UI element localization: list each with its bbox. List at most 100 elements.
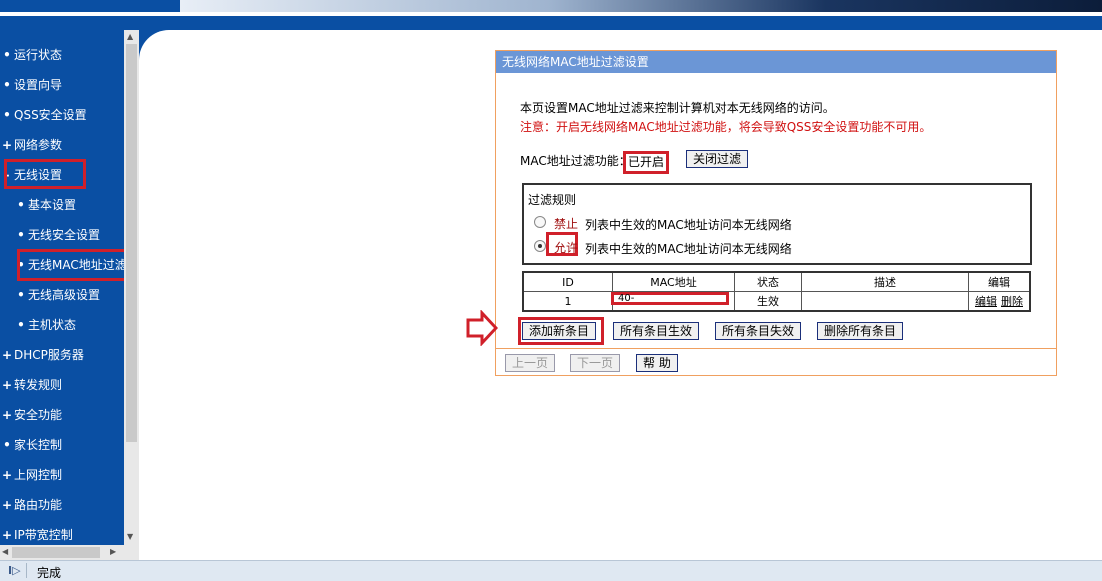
page-status-icon: I▷ [8, 564, 21, 577]
filter-status-label: MAC地址过滤功能： [520, 154, 631, 168]
status-text: 完成 [37, 566, 62, 580]
sidebar-item-host-status[interactable]: • 主机状态 [0, 310, 76, 340]
sidebar-item-qss[interactable]: • QSS安全设置 [0, 100, 87, 130]
deny-radio[interactable] [534, 216, 546, 228]
deny-description: 列表中生效的MAC地址访问本无线网络 [585, 218, 792, 232]
sidebar-item-label: 网络参数 [14, 138, 63, 152]
allow-description: 列表中生效的MAC地址访问本无线网络 [585, 242, 792, 256]
edit-link[interactable]: 编辑 [975, 295, 997, 308]
scroll-left-icon[interactable]: ◀ [2, 547, 8, 556]
banner-left [0, 0, 172, 12]
sidebar-item-label: QSS安全设置 [14, 108, 87, 122]
table-header: 状态 [734, 271, 802, 292]
disable-all-button[interactable]: 所有条目失效 [715, 322, 802, 340]
panel-warning: 注意：开启无线网络MAC地址过滤功能，将会导致QSS安全设置功能不可用。 [520, 120, 932, 134]
table-header: 编辑 [968, 271, 1031, 292]
sidebar-item-label: 无线安全设置 [28, 228, 101, 242]
scrollbar-thumb[interactable] [126, 44, 137, 442]
mac-filter-table: ID MAC地址 状态 描述 编辑 1 生效 编辑 删除 [522, 271, 1031, 312]
bullet-icon: • [3, 108, 11, 122]
sidebar-item-label: 家长控制 [14, 438, 63, 452]
scroll-right-icon[interactable]: ▶ [110, 547, 116, 556]
prev-page-button[interactable]: 上一页 [505, 354, 556, 372]
filter-rules-group: 过滤规则 禁止 列表中生效的MAC地址访问本无线网络 允许 列表中生效的MAC地… [522, 183, 1032, 265]
sidebar-item-label: DHCP服务器 [14, 348, 84, 362]
row-id: 1 [522, 291, 613, 312]
sidebar-item-run-status[interactable]: • 运行状态 [0, 40, 62, 70]
sidebar-item-label: 主机状态 [28, 318, 77, 332]
sidebar-item-network[interactable]: + 网络参数 [0, 130, 62, 160]
scroll-up-icon[interactable]: ▲ [127, 32, 133, 41]
sidebar-item-dhcp[interactable]: + DHCP服务器 [0, 340, 84, 370]
allow-radio[interactable] [534, 240, 546, 252]
sidebar-vertical-scrollbar[interactable]: ▲ ▼ [124, 30, 139, 545]
table-header: MAC地址 [612, 271, 735, 292]
sidebar-item-routing[interactable]: + 路由功能 [0, 490, 62, 520]
sidebar-item-label: 转发规则 [14, 378, 63, 392]
bullet-icon: • [17, 288, 25, 302]
sidebar-horizontal-scrollbar[interactable]: ◀ ▶ [0, 545, 139, 560]
sidebar-item-label: 路由功能 [14, 498, 63, 512]
highlight-wireless [4, 159, 86, 189]
bullet-icon: • [3, 78, 11, 92]
status-divider [26, 563, 27, 578]
panel-title: 无线网络MAC地址过滤设置 [496, 51, 1056, 73]
filter-rules-title: 过滤规则 [528, 193, 577, 207]
sidebar-item-setup-wizard[interactable]: • 设置向导 [0, 70, 62, 100]
close-filter-button[interactable]: 关闭过滤 [686, 150, 749, 168]
bullet-icon: • [17, 198, 25, 212]
sidebar-item-label: 基本设置 [28, 198, 77, 212]
expand-icon: + [1, 138, 13, 152]
sidebar-item-label: 运行状态 [14, 48, 63, 62]
next-page-button[interactable]: 下一页 [570, 354, 621, 372]
expand-icon: + [1, 348, 13, 362]
panel-footer: 上一页 下一页 帮 助 [496, 348, 1056, 375]
delete-link[interactable]: 删除 [1001, 295, 1023, 308]
bullet-icon: • [3, 48, 11, 62]
panel-description: 本页设置MAC地址过滤来控制计算机对本无线网络的访问。 [520, 101, 835, 115]
sidebar-item-label: 设置向导 [14, 78, 63, 92]
table-header: 描述 [801, 271, 969, 292]
sidebar-item-label: 上网控制 [14, 468, 63, 482]
sidebar-item-advanced[interactable]: • 无线高级设置 [0, 280, 100, 310]
table-header-row: ID MAC地址 状态 描述 编辑 [522, 271, 1031, 292]
table-header: ID [522, 271, 613, 292]
scrollbar-thumb[interactable] [12, 547, 100, 558]
expand-icon: + [1, 528, 13, 542]
expand-icon: + [1, 468, 13, 482]
highlight-mac-filter [17, 249, 124, 281]
sidebar-item-wireless-security[interactable]: • 无线安全设置 [0, 220, 100, 250]
sidebar-item-label: IP带宽控制 [14, 528, 73, 542]
sidebar-item-label: 无线高级设置 [28, 288, 101, 302]
content-corner [139, 30, 179, 60]
mac-filter-panel: 无线网络MAC地址过滤设置 本页设置MAC地址过滤来控制计算机对本无线网络的访问… [495, 50, 1057, 376]
expand-icon: + [1, 378, 13, 392]
bullet-icon: • [17, 228, 25, 242]
sidebar-item-parental[interactable]: • 家长控制 [0, 430, 62, 460]
sidebar-item-basic[interactable]: • 基本设置 [0, 190, 76, 220]
add-entry-button[interactable]: 添加新条目 [522, 322, 597, 340]
table-row: 1 生效 编辑 删除 [522, 291, 1031, 312]
arrow-right-icon [466, 310, 498, 346]
delete-all-button[interactable]: 删除所有条目 [817, 322, 904, 340]
allow-label: 允许 [554, 241, 579, 255]
expand-icon: + [1, 498, 13, 512]
top-banner [0, 0, 1102, 32]
enable-all-button[interactable]: 所有条目生效 [613, 322, 700, 340]
sidebar-item-label: 安全功能 [14, 408, 63, 422]
deny-label: 禁止 [554, 217, 579, 231]
scroll-down-icon[interactable]: ▼ [127, 532, 133, 541]
bullet-icon: • [3, 438, 11, 452]
sidebar-item-forwarding[interactable]: + 转发规则 [0, 370, 62, 400]
sidebar-item-security[interactable]: + 安全功能 [0, 400, 62, 430]
sidebar-item-bandwidth[interactable]: + IP带宽控制 [0, 520, 73, 545]
filter-status-value: 已开启 [623, 151, 670, 174]
banner-image [180, 0, 1102, 12]
bullet-icon: • [17, 318, 25, 332]
sidebar-item-access-control[interactable]: + 上网控制 [0, 460, 62, 490]
banner-bar [0, 16, 1102, 30]
help-button[interactable]: 帮 助 [636, 354, 678, 372]
row-mac: 40- [611, 292, 729, 305]
row-description [801, 291, 969, 312]
sidebar-nav: • 运行状态 • 设置向导 • QSS安全设置 + 网络参数 - 无线设置 • 基本设置 •… [0, 30, 124, 545]
